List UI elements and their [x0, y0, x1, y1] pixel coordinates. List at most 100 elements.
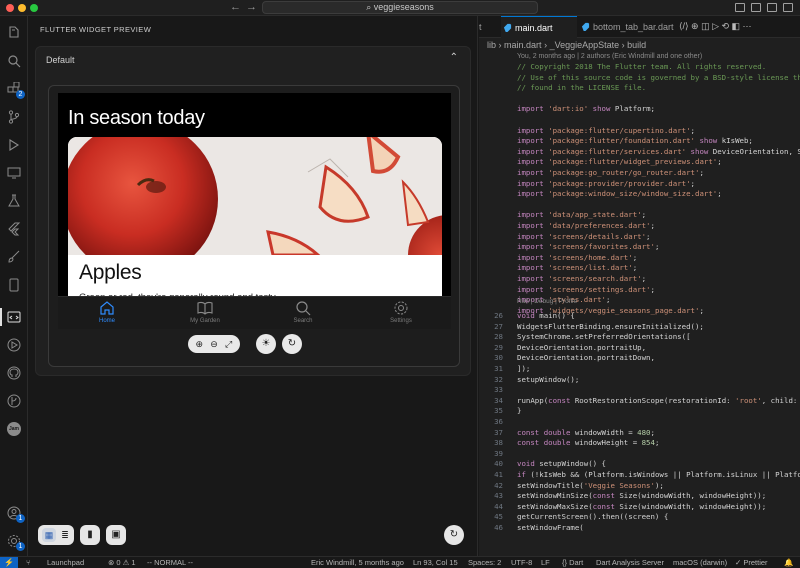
codelens-run-debug[interactable]: Run | Debug | Profile — [517, 298, 577, 305]
panel-title: FLUTTER WIDGET PREVIEW — [40, 25, 152, 34]
inspector-icon[interactable] — [7, 338, 21, 352]
github-icon[interactable] — [7, 366, 21, 380]
manage-gear-icon[interactable]: 1 — [7, 534, 25, 551]
git-blame-status[interactable]: Eric Windmill, 5 months ago — [311, 558, 404, 567]
notifications-bell-icon[interactable]: 🔔 — [784, 558, 793, 567]
bottom-tab-bar: Home My Garden Search Settings — [58, 296, 451, 329]
tab-my-garden-label: My Garden — [190, 318, 220, 324]
breadcrumb-file[interactable]: main.dart — [504, 40, 542, 50]
toggle-secondary-sidebar-icon[interactable] — [767, 3, 777, 12]
title-bar: ← → ⌕ veggieseasons — [0, 0, 800, 16]
tab-main-dart[interactable]: main.dart — [501, 16, 577, 38]
prettier-status[interactable]: ✓ Prettier — [735, 558, 768, 567]
brush-icon[interactable] — [7, 250, 21, 264]
layout-toggle[interactable]: ▦ ≣ — [38, 525, 74, 545]
close-window-button[interactable] — [6, 4, 14, 12]
widget-preview-panel: FLUTTER WIDGET PREVIEW Default ⌃ In seas… — [28, 16, 478, 556]
toggle-sidebar-icon[interactable] — [735, 3, 745, 12]
command-center-search[interactable]: ⌕ veggieseasons — [262, 1, 538, 14]
dart-file-icon — [503, 23, 512, 32]
app-title: In season today — [68, 107, 205, 129]
veggie-name: Apples — [79, 261, 142, 284]
tab-search-label: Search — [293, 318, 313, 324]
branch-icon: ⑂ — [26, 558, 31, 567]
preview-card: Default ⌃ In season today Apples Home My… — [35, 46, 471, 376]
zoom-fit-icon[interactable]: ⤢ — [222, 337, 236, 351]
tab-main-dart-label: main.dart — [515, 23, 553, 33]
search-icon — [296, 301, 311, 316]
tab-bottom-tab-bar[interactable]: bottom_tab_bar.dart — [579, 16, 689, 38]
run-debug-icon[interactable] — [7, 138, 21, 152]
vim-mode: -- NORMAL -- — [147, 558, 193, 567]
preview-name: Default — [46, 55, 75, 65]
flutter-device[interactable]: macOS (darwin) — [673, 558, 727, 567]
account-icon[interactable]: 1 — [7, 506, 25, 523]
tab-bottom-tab-bar-label: bottom_tab_bar.dart — [593, 22, 674, 32]
account-badge: 1 — [16, 514, 25, 523]
list-view-icon[interactable]: ≣ — [59, 528, 71, 542]
collapse-chevron-icon[interactable]: ⌃ — [450, 52, 458, 63]
device-icon[interactable] — [7, 278, 21, 292]
breadcrumb-method[interactable]: build — [627, 40, 646, 50]
gear-icon — [394, 301, 408, 315]
toggle-panel-icon[interactable] — [751, 3, 761, 12]
testing-flask-icon[interactable] — [7, 194, 21, 208]
tab-my-garden[interactable]: My Garden — [156, 297, 254, 329]
problems-indicator[interactable]: ⊗ 0 ⚠ 1 — [108, 558, 136, 567]
apple-image — [68, 137, 442, 295]
settings-badge: 1 — [16, 542, 25, 551]
tab-search[interactable]: Search — [254, 297, 352, 329]
source-control-icon[interactable] — [7, 110, 21, 124]
code-editor: t main.dart bottom_tab_bar.dart ⟨/⟩ ⊕ ◫ … — [479, 16, 800, 556]
flutter-icon[interactable] — [7, 222, 21, 236]
tab-previous[interactable]: t — [465, 16, 485, 38]
search-icon: ⌕ — [366, 2, 374, 12]
back-arrow-icon[interactable]: ← — [230, 1, 241, 13]
dart-file-icon — [581, 22, 590, 31]
minimize-window-button[interactable] — [18, 4, 26, 12]
breadcrumb-class[interactable]: _VeggieAppState — [550, 40, 620, 50]
grid-view-icon[interactable]: ▦ — [42, 528, 56, 542]
zoom-in-icon[interactable]: ⊕ — [192, 337, 206, 351]
extensions-icon[interactable]: 2 — [7, 81, 25, 99]
tab-settings-label: Settings — [390, 318, 412, 324]
remote-explorer-icon[interactable] — [7, 166, 21, 180]
forward-arrow-icon[interactable]: → — [246, 1, 257, 13]
open-devtools-icon[interactable]: ▣ — [106, 525, 126, 545]
search-label: veggieseasons — [373, 2, 434, 12]
search-icon[interactable] — [7, 54, 21, 68]
encoding[interactable]: UTF-8 — [511, 558, 532, 567]
maximize-window-button[interactable] — [30, 4, 38, 12]
app-preview-screen: In season today Apples Home My Garden Se… — [58, 93, 451, 329]
indentation[interactable]: Spaces: 2 — [468, 558, 501, 567]
analysis-server[interactable]: Dart Analysis Server — [596, 558, 664, 567]
restart-preview-icon[interactable]: ↻ — [444, 525, 464, 545]
active-indicator — [0, 308, 2, 326]
language-mode[interactable]: {} Dart — [562, 558, 583, 567]
activity-bar: 2 Jam 1 1 — [0, 16, 28, 556]
jam-icon[interactable]: Jam — [7, 422, 21, 436]
breadcrumb: lib › main.dart › _VeggieAppState › buil… — [487, 40, 646, 50]
extensions-badge: 2 — [16, 90, 25, 99]
tab-settings[interactable]: Settings — [352, 297, 450, 329]
veggie-card[interactable]: Apples Green or red, they're generally r… — [68, 137, 442, 307]
zoom-out-icon[interactable]: ⊖ — [207, 337, 221, 351]
editor-tabs: t main.dart bottom_tab_bar.dart ⟨/⟩ ⊕ ◫ … — [479, 16, 800, 38]
tab-home[interactable]: Home — [58, 297, 156, 329]
brightness-toggle-icon[interactable]: ☀ — [256, 334, 276, 354]
remote-indicator[interactable]: ⚡ — [0, 557, 18, 568]
editor-actions-icons[interactable]: ⟨/⟩ ⊕ ◫ ▷ ⟲ ◧ ⋯ — [679, 21, 752, 32]
home-icon — [100, 301, 114, 315]
line-endings[interactable]: LF — [541, 558, 550, 567]
status-bar: ⚡ ⑂ Launchpad ⊗ 0 ⚠ 1 -- NORMAL -- Eric … — [0, 556, 800, 568]
widget-preview-icon[interactable] — [7, 310, 21, 324]
zoom-controls: ⊕ ⊖ ⤢ — [188, 335, 240, 353]
launchpad-button[interactable]: Launchpad — [47, 558, 84, 567]
layout-icon[interactable] — [783, 3, 793, 12]
explorer-icon[interactable] — [7, 26, 21, 40]
breadcrumb-folder[interactable]: lib — [487, 40, 496, 50]
filter-document-icon[interactable]: ▮ — [80, 525, 100, 545]
restart-icon[interactable]: ↻ — [282, 334, 302, 354]
git-graph-icon[interactable] — [7, 394, 21, 408]
cursor-position[interactable]: Ln 93, Col 15 — [413, 558, 458, 567]
